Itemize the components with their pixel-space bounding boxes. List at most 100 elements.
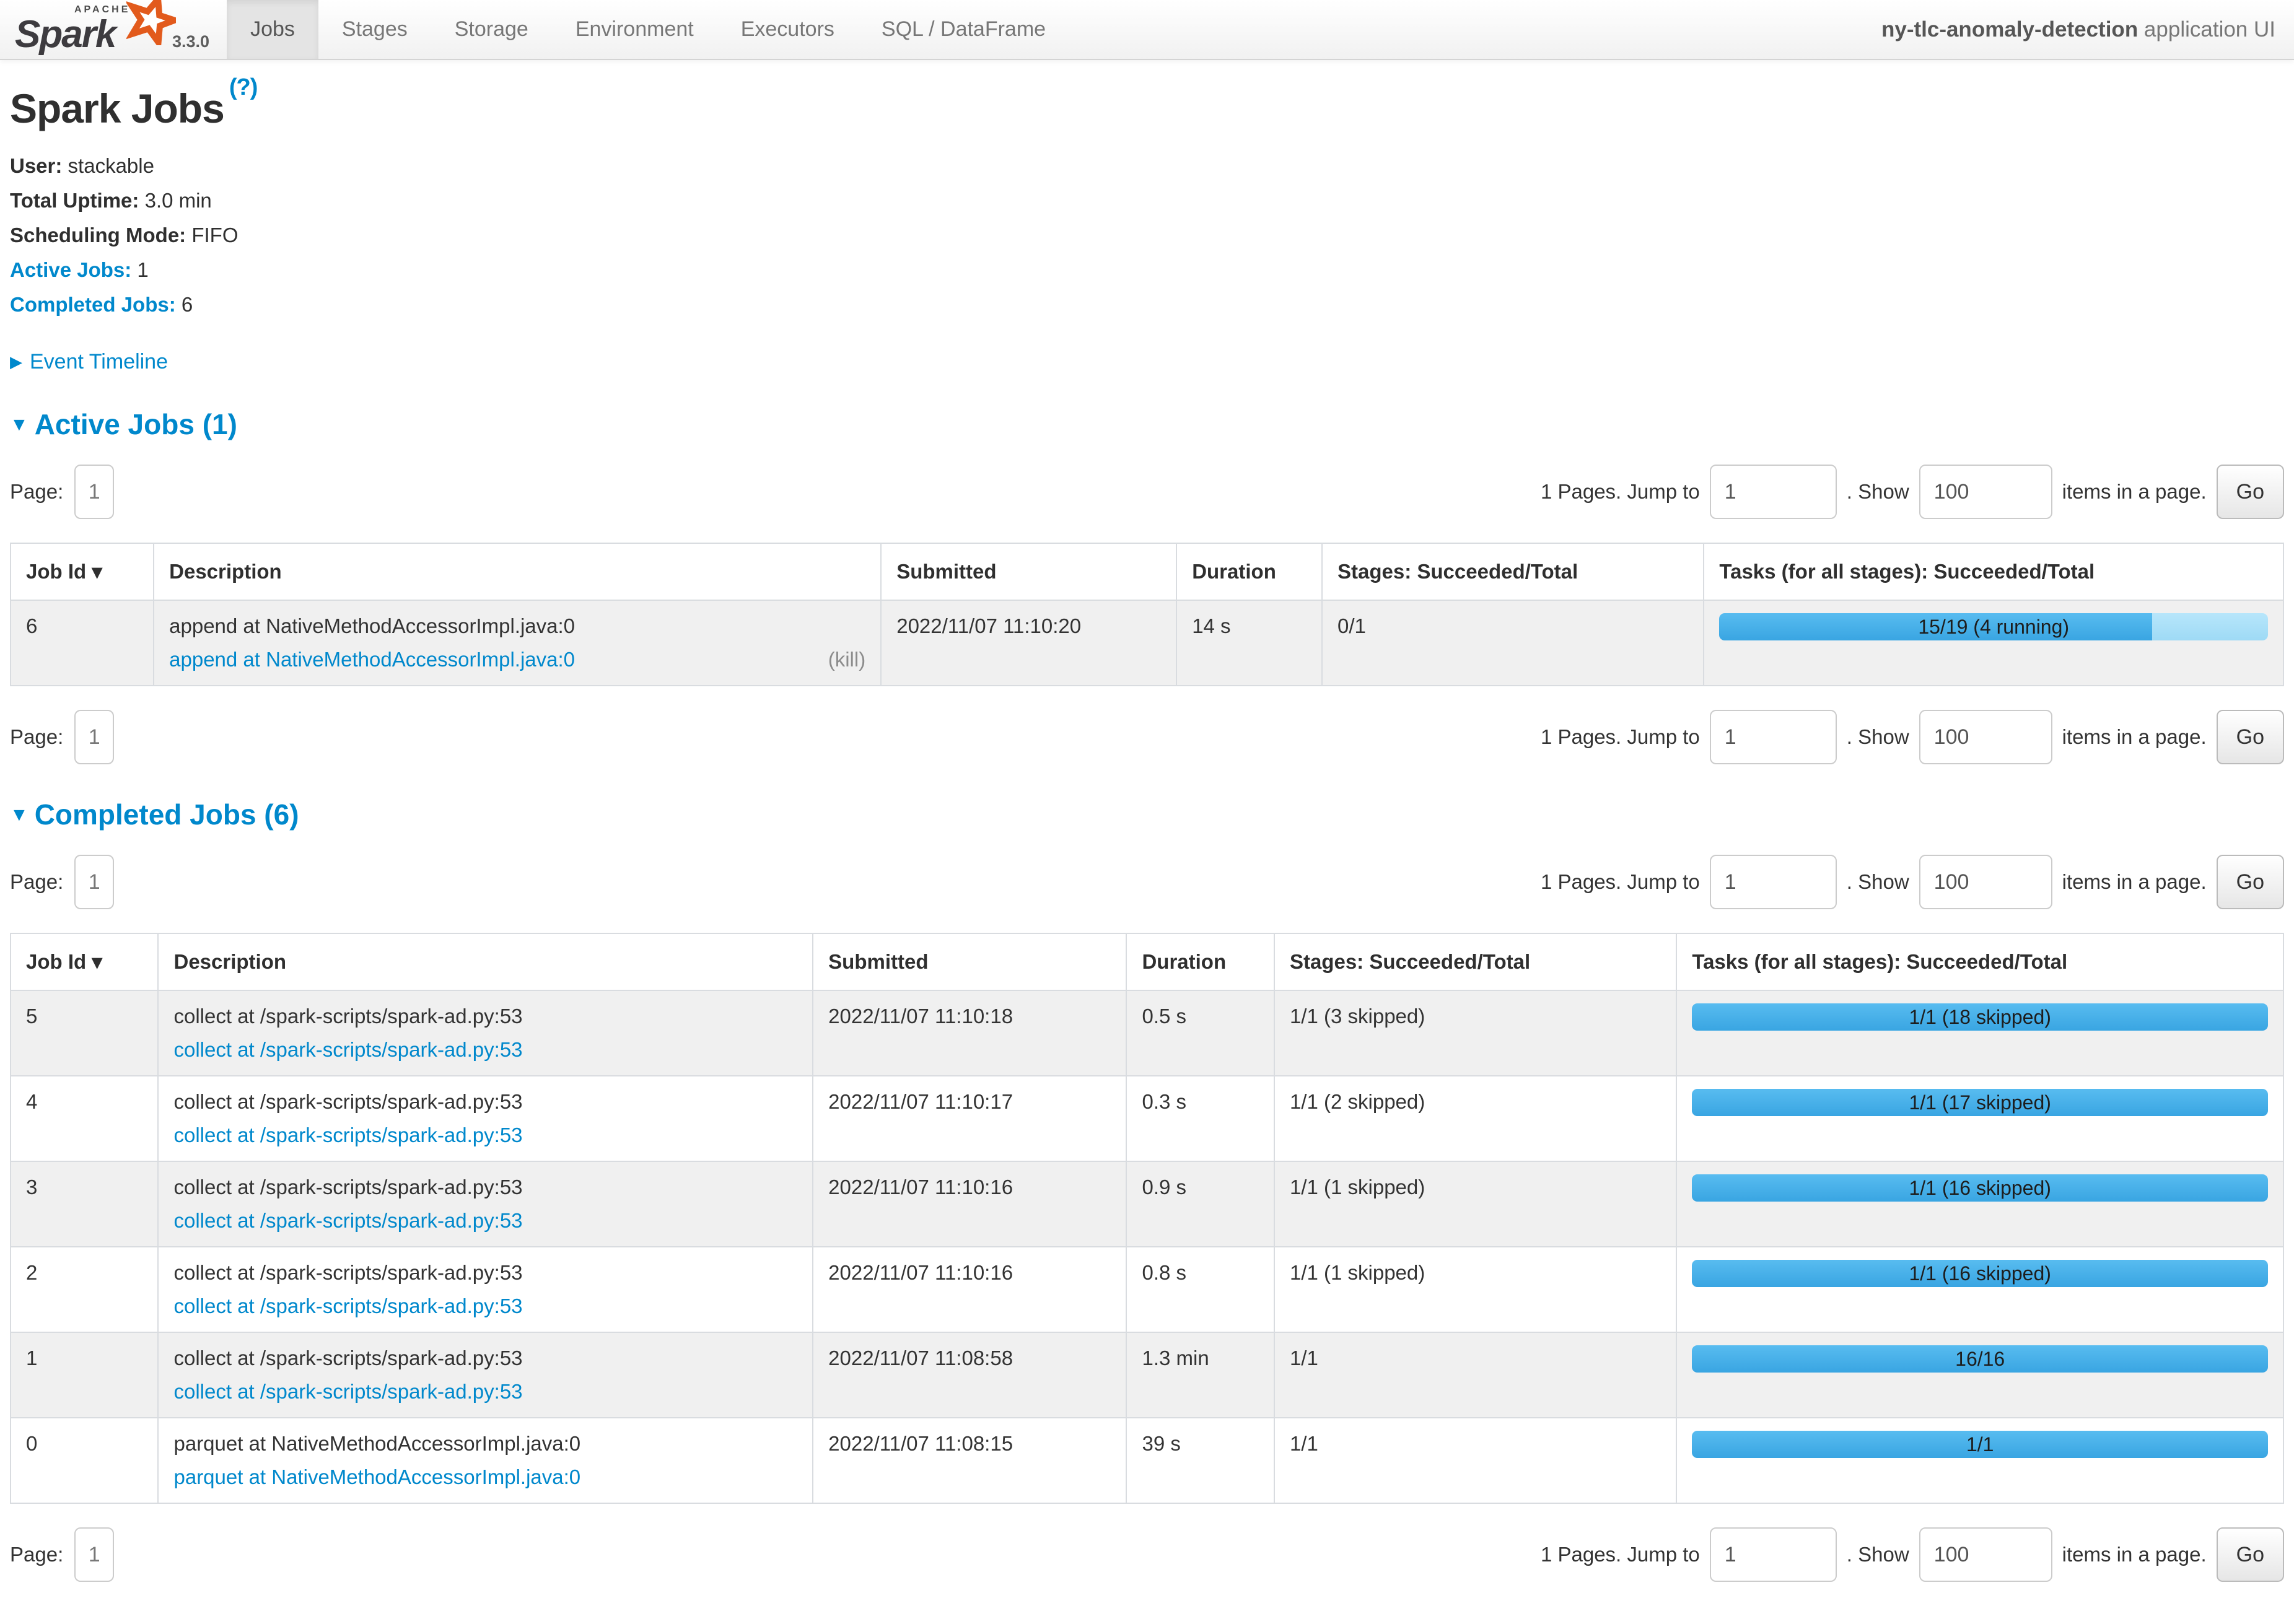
tab-sql-dataframe[interactable]: SQL / DataFrame xyxy=(858,0,1069,59)
page-input[interactable] xyxy=(74,465,114,519)
completed-job-row-2: 2 collect at /spark-scripts/spark-ad.py:… xyxy=(11,1247,2283,1332)
tab-executors[interactable]: Executors xyxy=(717,0,858,59)
active-jobs-link[interactable]: Active Jobs: xyxy=(10,258,131,281)
job-detail-link[interactable]: parquet at NativeMethodAccessorImpl.java… xyxy=(173,1465,580,1488)
jump-to-page-input[interactable] xyxy=(1710,855,1837,909)
col-submitted[interactable]: Submitted xyxy=(813,933,1126,990)
page-label: Page: xyxy=(10,870,63,894)
spark-logo[interactable]: APACHE Spark 3.3.0 xyxy=(0,0,227,59)
summary-scheduling-mode: Scheduling Mode: FIFO xyxy=(10,222,2284,248)
completed-jobs-heading[interactable]: ▼Completed Jobs (6) xyxy=(10,798,2284,831)
job-detail-link[interactable]: collect at /spark-scripts/spark-ad.py:53 xyxy=(173,1294,522,1317)
col-description[interactable]: Description xyxy=(154,543,881,600)
go-button[interactable]: Go xyxy=(2217,710,2284,764)
go-button[interactable]: Go xyxy=(2217,855,2284,909)
tasks-cell: 16/16 xyxy=(1676,1332,2283,1418)
col-tasks[interactable]: Tasks (for all stages): Succeeded/Total xyxy=(1704,543,2283,600)
job-description: collect at /spark-scripts/spark-ad.py:53 xyxy=(173,1260,797,1286)
completed-jobs-table: Job Id ▾ Description Submitted Duration … xyxy=(10,933,2284,1504)
duration-cell: 39 s xyxy=(1126,1418,1274,1503)
col-duration[interactable]: Duration xyxy=(1176,543,1322,600)
items-per-page-input[interactable] xyxy=(1919,1527,2052,1582)
col-job-id[interactable]: Job Id ▾ xyxy=(11,543,154,600)
col-tasks[interactable]: Tasks (for all stages): Succeeded/Total xyxy=(1676,933,2283,990)
progress-label: 1/1 (17 skipped) xyxy=(1692,1089,2268,1116)
page-input[interactable] xyxy=(74,710,114,764)
submitted-cell: 2022/11/07 11:08:15 xyxy=(813,1418,1126,1503)
job-description: collect at /spark-scripts/spark-ad.py:53 xyxy=(173,1174,797,1200)
expand-arrow-icon: ▶ xyxy=(10,352,22,371)
description-cell: append at NativeMethodAccessorImpl.java:… xyxy=(154,600,881,686)
kill-link[interactable]: (kill) xyxy=(828,647,865,673)
tasks-progress-bar: 15/19 (4 running) xyxy=(1719,613,2268,640)
completed-job-row-4: 4 collect at /spark-scripts/spark-ad.py:… xyxy=(11,1076,2283,1161)
job-description: collect at /spark-scripts/spark-ad.py:53 xyxy=(173,1003,797,1029)
job-detail-link[interactable]: collect at /spark-scripts/spark-ad.py:53 xyxy=(173,1038,522,1061)
spark-star-icon xyxy=(126,0,176,45)
completed-job-row-5: 5 collect at /spark-scripts/spark-ad.py:… xyxy=(11,990,2283,1076)
job-detail-link[interactable]: collect at /spark-scripts/spark-ad.py:53 xyxy=(173,1209,522,1232)
items-text: items in a page. xyxy=(2062,870,2207,894)
help-icon[interactable]: (?) xyxy=(229,74,258,100)
active-jobs-heading[interactable]: ▼Active Jobs (1) xyxy=(10,408,2284,441)
col-job-id[interactable]: Job Id ▾ xyxy=(11,933,158,990)
job-description: collect at /spark-scripts/spark-ad.py:53 xyxy=(173,1089,797,1115)
col-description[interactable]: Description xyxy=(158,933,813,990)
collapse-arrow-icon: ▼ xyxy=(10,414,28,435)
duration-cell: 0.9 s xyxy=(1126,1161,1274,1247)
tasks-progress-bar: 1/1 (18 skipped) xyxy=(1692,1003,2268,1031)
submitted-cell: 2022/11/07 11:10:20 xyxy=(881,600,1176,686)
items-per-page-input[interactable] xyxy=(1919,465,2052,519)
job-id-cell: 5 xyxy=(11,990,158,1076)
duration-cell: 0.3 s xyxy=(1126,1076,1274,1161)
description-cell: parquet at NativeMethodAccessorImpl.java… xyxy=(158,1418,813,1503)
job-id-cell: 1 xyxy=(11,1332,158,1418)
tab-environment[interactable]: Environment xyxy=(552,0,717,59)
stages-cell: 1/1 (3 skipped) xyxy=(1274,990,1676,1076)
pages-jump-text: 1 Pages. Jump to xyxy=(1541,480,1700,504)
page-label: Page: xyxy=(10,480,63,504)
stages-cell: 1/1 xyxy=(1274,1332,1676,1418)
jump-to-page-input[interactable] xyxy=(1710,710,1837,764)
jump-to-page-input[interactable] xyxy=(1710,465,1837,519)
col-stages[interactable]: Stages: Succeeded/Total xyxy=(1322,543,1704,600)
job-detail-link[interactable]: collect at /spark-scripts/spark-ad.py:53 xyxy=(173,1380,522,1403)
progress-label: 1/1 (18 skipped) xyxy=(1692,1003,2268,1031)
page-input[interactable] xyxy=(74,1527,114,1582)
tasks-cell: 1/1 (17 skipped) xyxy=(1676,1076,2283,1161)
col-stages[interactable]: Stages: Succeeded/Total xyxy=(1274,933,1676,990)
go-button[interactable]: Go xyxy=(2217,1527,2284,1582)
active-jobs-header-row: Job Id ▾ Description Submitted Duration … xyxy=(11,543,2283,600)
page-input[interactable] xyxy=(74,855,114,909)
job-detail-link[interactable]: append at NativeMethodAccessorImpl.java:… xyxy=(169,648,575,671)
tasks-progress-bar: 1/1 xyxy=(1692,1431,2268,1458)
go-button[interactable]: Go xyxy=(2217,465,2284,519)
jump-to-page-input[interactable] xyxy=(1710,1527,1837,1582)
completed-jobs-pagination-bottom: Page: 1 Pages. Jump to . Show items in a… xyxy=(10,1527,2284,1582)
job-summary: User: stackable Total Uptime: 3.0 min Sc… xyxy=(10,153,2284,318)
user-value: stackable xyxy=(68,154,154,177)
col-submitted[interactable]: Submitted xyxy=(881,543,1176,600)
stages-cell: 1/1 xyxy=(1274,1418,1676,1503)
col-duration[interactable]: Duration xyxy=(1126,933,1274,990)
submitted-cell: 2022/11/07 11:10:16 xyxy=(813,1247,1126,1332)
navbar: APACHE Spark 3.3.0 Jobs Stages Storage E… xyxy=(0,0,2294,60)
tab-stages[interactable]: Stages xyxy=(318,0,431,59)
submitted-cell: 2022/11/07 11:10:17 xyxy=(813,1076,1126,1161)
duration-cell: 1.3 min xyxy=(1126,1332,1274,1418)
tab-jobs[interactable]: Jobs xyxy=(227,0,318,59)
items-per-page-input[interactable] xyxy=(1919,710,2052,764)
description-cell: collect at /spark-scripts/spark-ad.py:53… xyxy=(158,1161,813,1247)
spark-wordmark: Spark xyxy=(15,12,115,56)
description-cell: collect at /spark-scripts/spark-ad.py:53… xyxy=(158,1332,813,1418)
event-timeline-toggle[interactable]: ▶Event Timeline xyxy=(10,350,2284,374)
job-detail-link[interactable]: collect at /spark-scripts/spark-ad.py:53 xyxy=(173,1124,522,1146)
application-title-suffix: application UI xyxy=(2138,17,2275,41)
items-per-page-input[interactable] xyxy=(1919,855,2052,909)
completed-jobs-link[interactable]: Completed Jobs: xyxy=(10,293,176,316)
completed-jobs-pagination-top: Page: 1 Pages. Jump to . Show items in a… xyxy=(10,855,2284,909)
show-text: . Show xyxy=(1847,1543,1909,1566)
tab-storage[interactable]: Storage xyxy=(431,0,552,59)
tasks-cell: 1/1 (18 skipped) xyxy=(1676,990,2283,1076)
page-label: Page: xyxy=(10,1543,63,1566)
